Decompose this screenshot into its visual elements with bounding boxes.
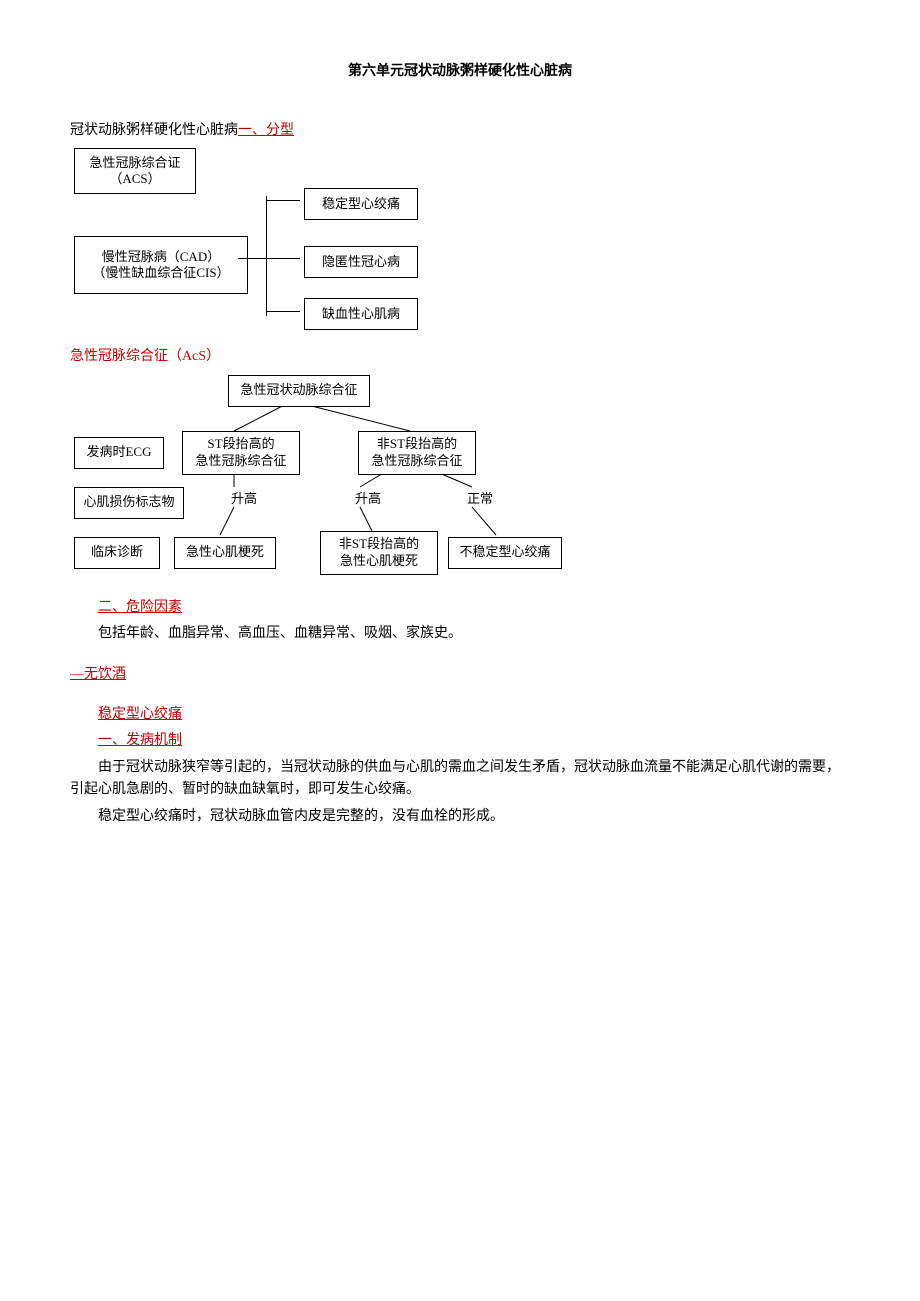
st-up-line2: 急性冠脉综合征: [195, 453, 286, 470]
no-alcohol[interactable]: —无饮酒: [70, 667, 126, 682]
box-ami: 急性心肌梗死: [174, 537, 276, 569]
mechanism-heading[interactable]: 一、发病机制: [98, 733, 182, 748]
connector-line: [238, 258, 266, 259]
label-elevated-2: 升高: [342, 487, 394, 513]
box-marker: 心肌损伤标志物: [74, 487, 184, 519]
box-acs-top: 急性冠状动脉综合征: [228, 375, 370, 407]
stable-angina-heading[interactable]: 稳定型心绞痛: [98, 707, 182, 722]
intro-line: 冠状动脉粥样硬化性心脏病一、分型: [70, 120, 850, 142]
box-cad-line1: 慢性冠脉病（CAD）: [92, 249, 229, 266]
box-ecg: 发病时ECG: [74, 437, 164, 469]
page-title: 第六单元冠状动脉粥样硬化性心脏病: [70, 60, 850, 80]
box-silent-chd: 隐匿性冠心病: [304, 246, 418, 278]
box-stable-angina: 稳定型心绞痛: [304, 188, 418, 220]
box-cad-line2: （慢性缺血综合征CIS）: [92, 265, 229, 282]
bracket-icon: [266, 196, 294, 316]
box-ischemic-cardio: 缺血性心肌病: [304, 298, 418, 330]
box-diagnosis: 临床诊断: [74, 537, 160, 569]
st-no-line1: 非ST段抬高的: [371, 436, 462, 453]
nste-line2: 急性心肌梗死: [339, 553, 419, 570]
box-unstable-angina: 不稳定型心绞痛: [448, 537, 562, 569]
diagram-classification: 急性冠脉综合证 （ACS） 慢性冠脉病（CAD） （慢性缺血综合征CIS） 稳定…: [70, 148, 850, 338]
box-acs: 急性冠脉综合证 （ACS）: [74, 148, 196, 194]
box-non-st-elevation: 非ST段抬高的 急性冠脉综合征: [358, 431, 476, 475]
section-link-fenxing[interactable]: 一、分型: [238, 123, 294, 138]
mechanism-p2: 稳定型心绞痛时，冠状动脉血管内皮是完整的，没有血栓的形成。: [70, 806, 850, 828]
acs-heading: 急性冠脉综合征（AcS）: [70, 346, 850, 368]
intro-prefix: 冠状动脉粥样硬化性心脏病: [70, 123, 238, 138]
risk-heading[interactable]: 二、危险因素: [98, 600, 182, 615]
nste-line1: 非ST段抬高的: [339, 536, 419, 553]
diagram-acs: 急性冠状动脉综合征 发病时ECG ST段抬高的 急性冠脉综合征 非ST段抬高的 …: [70, 375, 850, 575]
box-cad: 慢性冠脉病（CAD） （慢性缺血综合征CIS）: [74, 236, 248, 294]
label-elevated-1: 升高: [218, 487, 270, 513]
label-normal: 正常: [454, 487, 506, 513]
mechanism-p1: 由于冠状动脉狭窄等引起的，当冠状动脉的供血与心肌的需血之间发生矛盾，冠状动脉血流…: [70, 757, 850, 802]
st-no-line2: 急性冠脉综合征: [371, 453, 462, 470]
box-acs-text: 急性冠脉综合证 （ACS）: [89, 155, 180, 189]
st-up-line1: ST段抬高的: [195, 436, 286, 453]
box-nstemi: 非ST段抬高的 急性心肌梗死: [320, 531, 438, 575]
risk-text: 包括年龄、血脂异常、高血压、血糖异常、吸烟、家族史。: [70, 623, 850, 645]
box-st-elevation: ST段抬高的 急性冠脉综合征: [182, 431, 300, 475]
